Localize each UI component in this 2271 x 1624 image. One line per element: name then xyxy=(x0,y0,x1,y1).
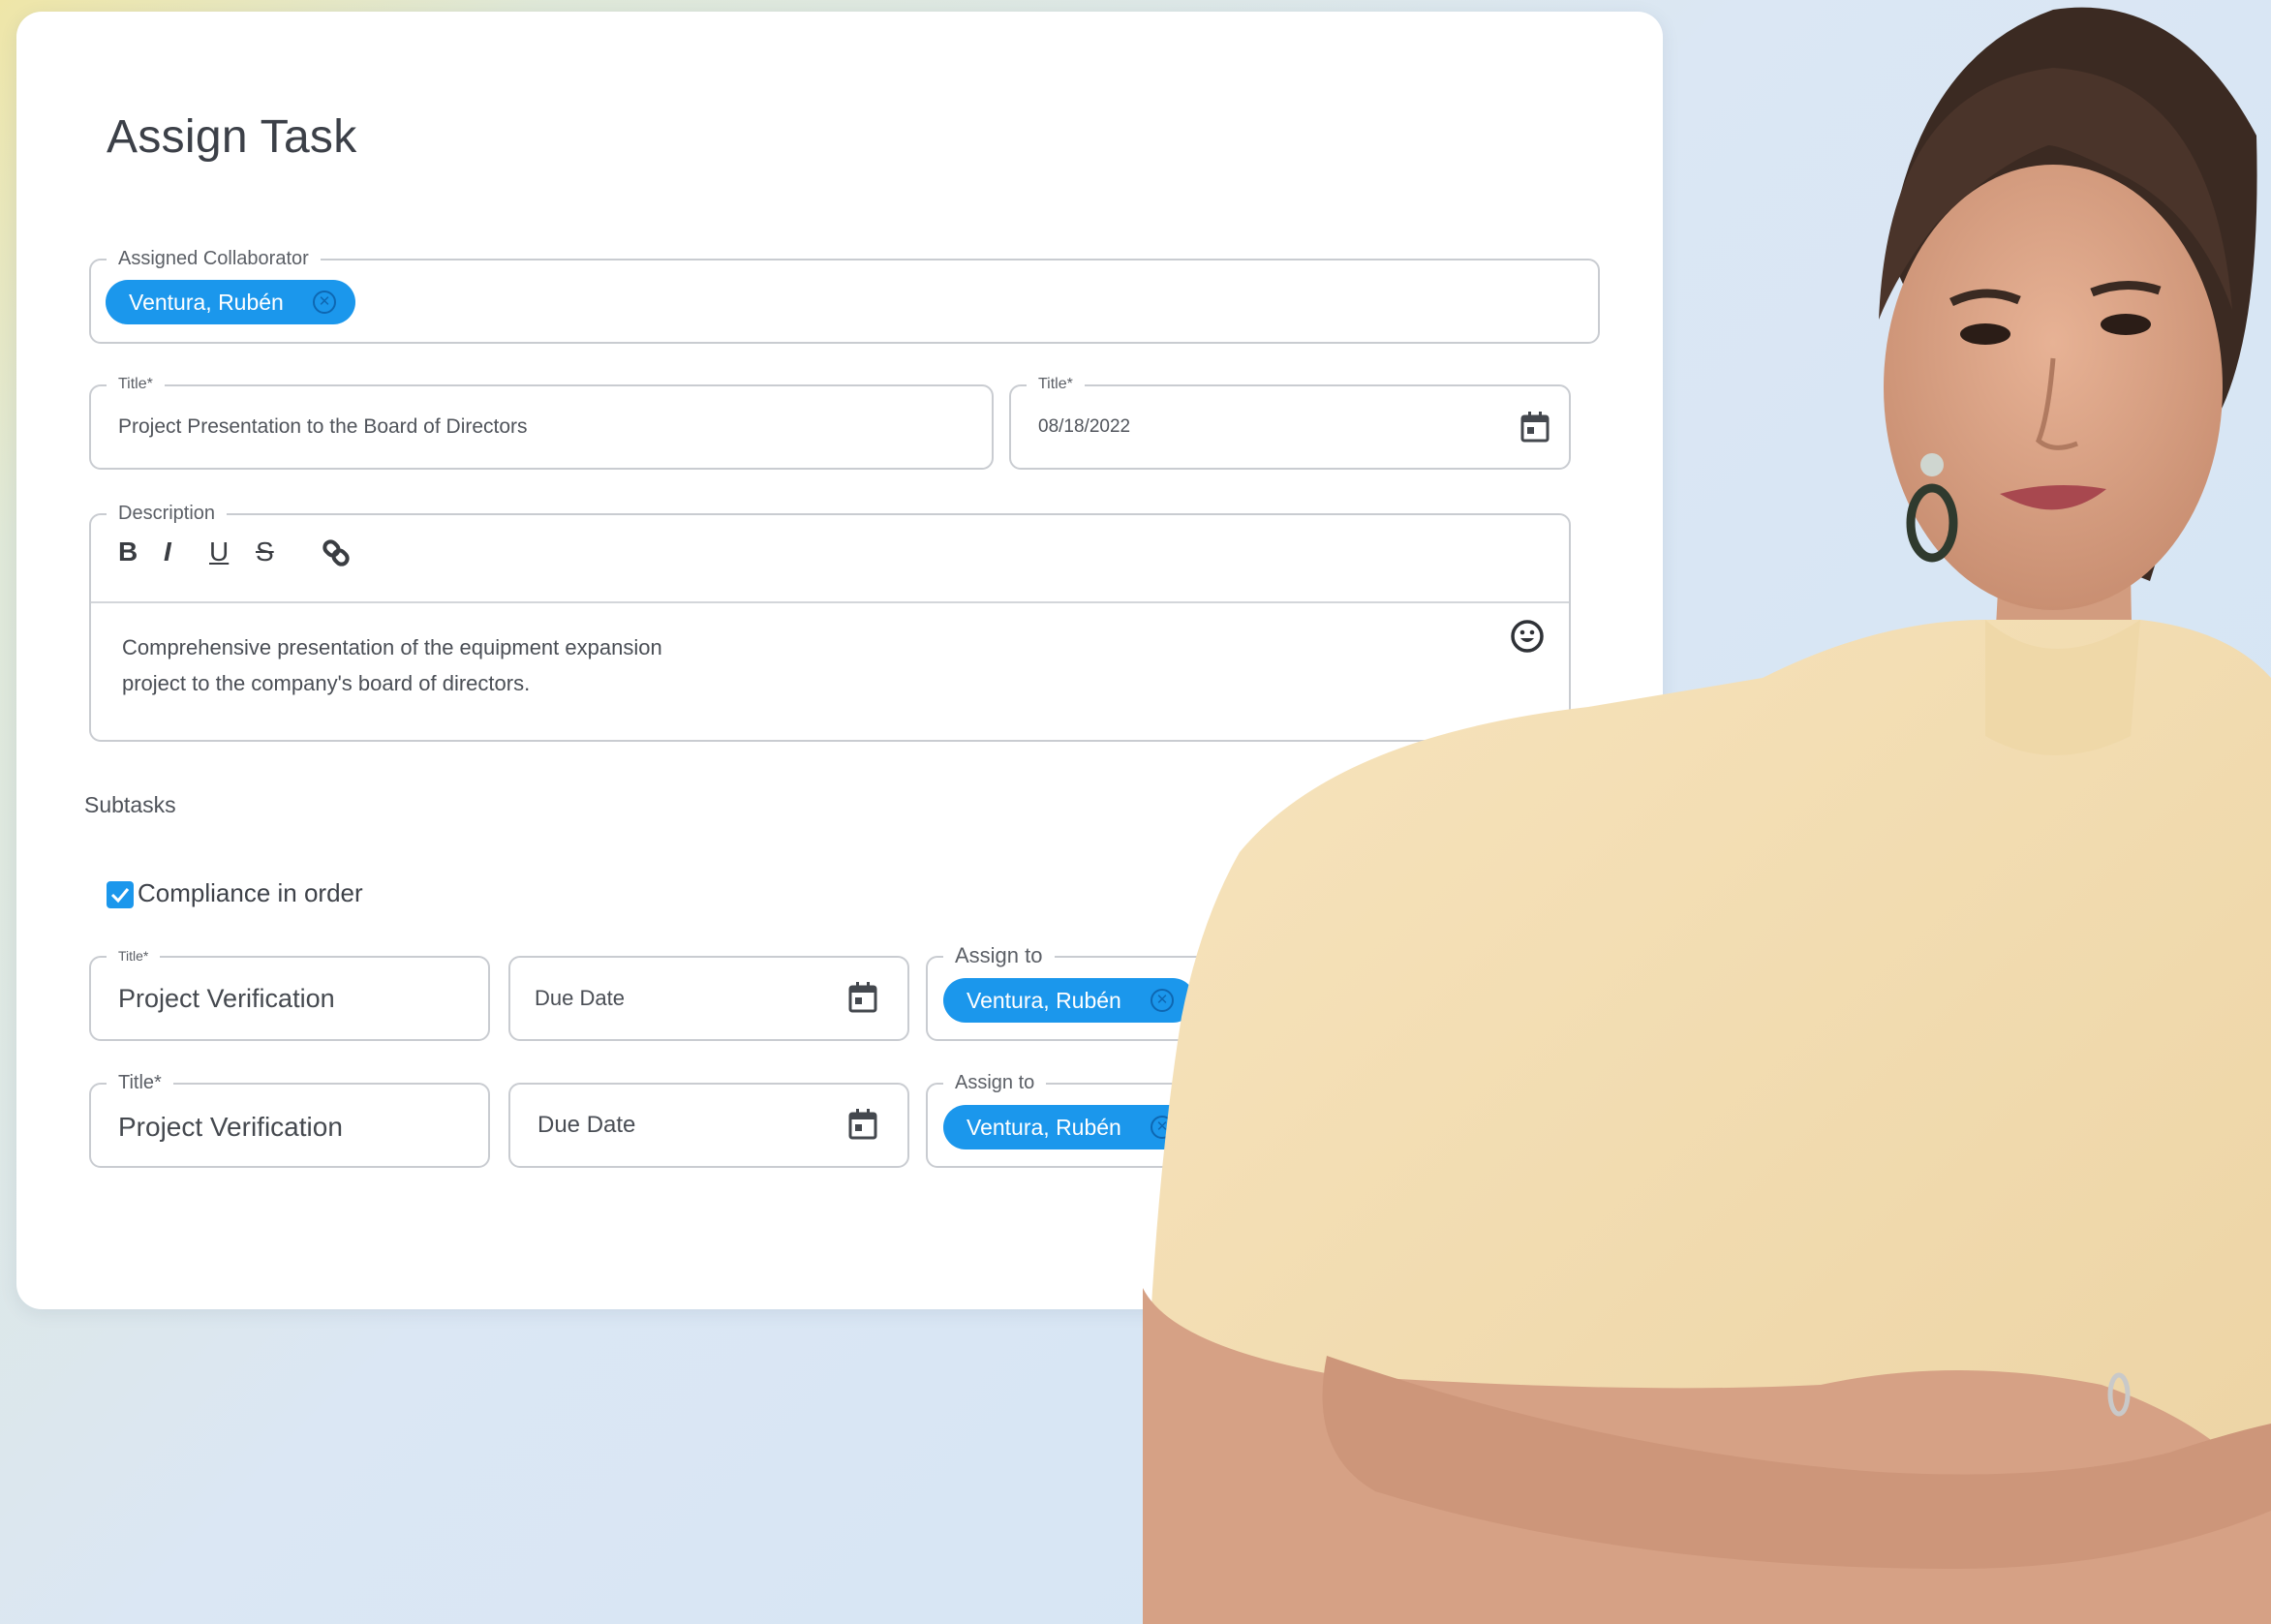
check-icon xyxy=(110,888,130,904)
page-title: Assign Task xyxy=(107,111,357,163)
subtask-title-label: Title* xyxy=(107,1066,173,1099)
chip-remove-icon[interactable]: ✕ xyxy=(313,291,336,314)
compliance-checkbox[interactable] xyxy=(107,881,134,908)
collaborator-chip[interactable]: Ventura, Rubén ✕ xyxy=(106,280,355,324)
calendar-icon[interactable] xyxy=(847,1108,878,1141)
collaborator-chip-label: Ventura, Rubén xyxy=(129,289,284,315)
description-text: Comprehensive presentation of the equipm… xyxy=(122,629,662,701)
assigned-collaborator-label: Assigned Collaborator xyxy=(107,242,321,275)
title-value: Project Presentation to the Board of Dir… xyxy=(118,415,528,438)
underline-button[interactable]: U xyxy=(209,533,229,571)
subtasks-heading: Subtasks xyxy=(84,792,176,817)
subtask-title-field[interactable]: Title* Project Verification xyxy=(89,939,490,1041)
subtask-title-field[interactable]: Title* Project Verification xyxy=(89,1066,490,1168)
person-photo xyxy=(1143,7,2271,1624)
compliance-label: Compliance in order xyxy=(138,878,363,907)
due-date-placeholder: Due Date xyxy=(535,986,625,1010)
date-label: Title* xyxy=(1027,368,1085,401)
assign-to-label: Assign to xyxy=(943,1066,1047,1099)
subtask-due-date-field[interactable]: Due Date xyxy=(508,1083,909,1168)
subtask-title-label: Title* xyxy=(107,939,161,972)
italic-button[interactable]: I xyxy=(164,533,171,571)
strikethrough-button[interactable]: S xyxy=(256,533,274,571)
title-field[interactable]: Title* Project Presentation to the Board… xyxy=(89,368,994,470)
subtask-title-value: Project Verification xyxy=(118,1112,343,1142)
description-line-2: project to the company's board of direct… xyxy=(122,671,531,695)
subtask-title-value: Project Verification xyxy=(118,984,335,1013)
due-date-placeholder: Due Date xyxy=(537,1112,636,1138)
calendar-icon[interactable] xyxy=(847,981,878,1014)
title-label: Title* xyxy=(107,368,165,401)
description-line-1: Comprehensive presentation of the equipm… xyxy=(122,635,662,659)
assign-to-label: Assign to xyxy=(943,939,1055,972)
link-icon[interactable] xyxy=(320,536,353,569)
subtask-due-date-field[interactable]: Due Date xyxy=(508,956,909,1041)
description-label: Description xyxy=(107,497,228,530)
bold-button[interactable]: B xyxy=(118,533,138,571)
